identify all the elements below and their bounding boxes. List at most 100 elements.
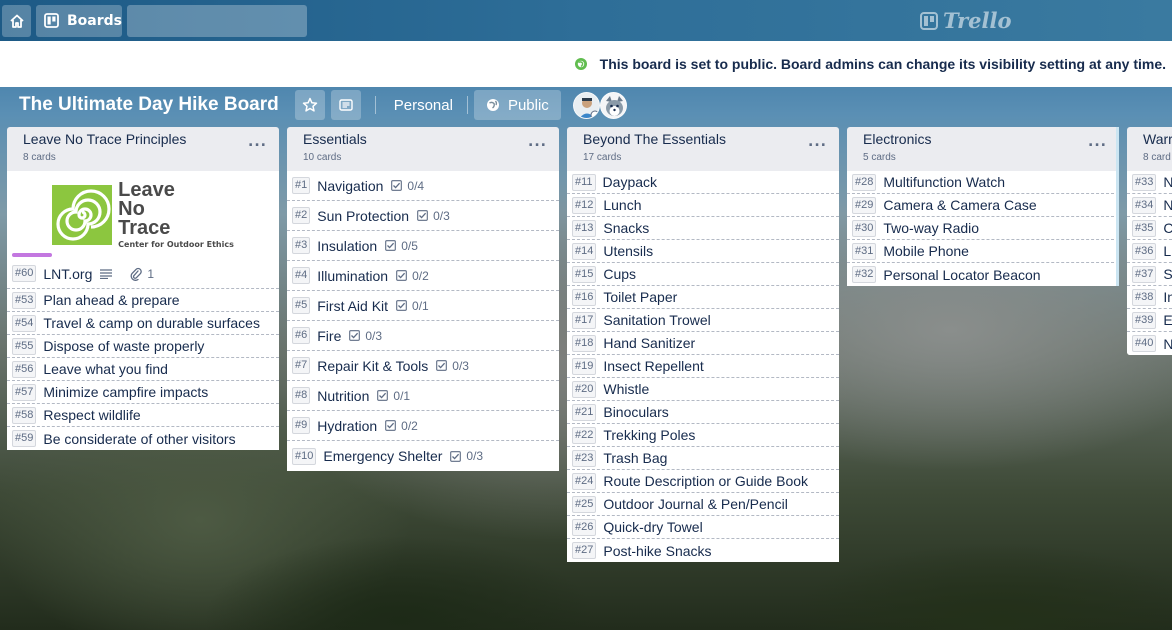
list-menu-button[interactable]: ... [1088, 134, 1107, 150]
team-button[interactable]: Personal [384, 90, 463, 120]
list-item[interactable]: #19 Insect Repellent [567, 355, 839, 378]
list-item[interactable]: #29 Camera & Camera Case [847, 194, 1119, 217]
list-item[interactable]: #60 LNT.org 1 [7, 259, 279, 289]
list-item[interactable]: #35 C [1127, 217, 1172, 240]
list-item[interactable]: #13 Snacks [567, 217, 839, 240]
list-item[interactable]: #16 Toilet Paper [567, 286, 839, 309]
list-menu-button[interactable]: ... [808, 134, 827, 150]
card-title: E [1163, 312, 1172, 328]
checklist-badge: 0/4 [391, 179, 424, 193]
list-header[interactable]: Essentials 10 cards ... [287, 127, 559, 171]
list-title[interactable]: Essentials [303, 131, 559, 147]
list-item[interactable]: #22 Trekking Poles [567, 424, 839, 447]
search-input[interactable] [123, 4, 301, 37]
trello-logo[interactable]: Trello [920, 8, 1012, 33]
list-item[interactable]: #38 In [1127, 286, 1172, 309]
list-beyond-the-essentials: Beyond The Essentials 17 cards ... #11 Da… [567, 127, 839, 562]
list-item[interactable]: #18 Hand Sanitizer [567, 332, 839, 355]
checklist-badge: 0/3 [349, 329, 382, 343]
checklist-icon [377, 390, 389, 401]
list-item[interactable]: #31 Mobile Phone [847, 240, 1119, 263]
home-button[interactable] [2, 4, 31, 37]
card-number: #57 [12, 383, 37, 401]
list-item[interactable]: #25 Outdoor Journal & Pen/Pencil [567, 493, 839, 516]
card-number: #34 [1132, 196, 1157, 214]
star-button[interactable] [294, 90, 325, 120]
list-item[interactable]: #24 Route Description or Guide Book [567, 470, 839, 493]
list-item[interactable]: #28 Multifunction Watch [847, 171, 1119, 194]
list-item[interactable]: #17 Sanitation Trowel [567, 309, 839, 332]
list-item[interactable]: #21 Binoculars [567, 401, 839, 424]
list-item[interactable]: #7 Repair Kit & Tools 0/3 [287, 351, 559, 381]
list-header[interactable]: Beyond The Essentials 17 cards ... [567, 127, 839, 171]
list-item[interactable]: #30 Two-way Radio [847, 217, 1119, 240]
checklist-icon [385, 240, 397, 251]
card-label[interactable] [12, 253, 52, 257]
list-item[interactable]: #10 Emergency Shelter 0/3 [287, 441, 559, 471]
list-item[interactable]: #9 Hydration 0/2 [287, 411, 559, 441]
boards-button[interactable]: Boards [36, 4, 122, 37]
board-title[interactable]: The Ultimate Day Hike Board [19, 94, 279, 116]
list-menu-button[interactable]: ... [248, 134, 267, 150]
list-item[interactable]: #56 Leave what you find [7, 358, 279, 381]
list-item[interactable]: #40 N [1127, 332, 1172, 355]
list-item[interactable]: #2 Sun Protection 0/3 [287, 201, 559, 231]
list-item[interactable]: #5 First Aid Kit 0/1 [287, 291, 559, 321]
list-item[interactable]: #39 E [1127, 309, 1172, 332]
top-header: Boards Trello [0, 0, 1172, 41]
list-item[interactable]: #4 Illumination 0/2 [287, 261, 559, 291]
list-item[interactable]: #32 Personal Locator Beacon [847, 263, 1119, 286]
search-box[interactable] [123, 4, 307, 37]
trello-logo-text: Trello [943, 8, 1012, 33]
avatar[interactable] [572, 91, 600, 119]
list-title[interactable]: Leave No Trace Principles [23, 131, 279, 147]
visibility-button[interactable]: Public [473, 90, 561, 120]
card-number: #3 [292, 237, 311, 254]
banner-message: This board is set to public. Board admin… [599, 56, 1166, 72]
avatar[interactable] [599, 91, 627, 119]
card-title: Multifunction Watch [883, 174, 1005, 190]
list-item[interactable]: #54 Travel & camp on durable surfaces [7, 312, 279, 335]
list-header[interactable]: Leave No Trace Principles 8 cards ... [7, 127, 279, 171]
list-item[interactable]: #34 N [1127, 194, 1172, 217]
list-item[interactable]: #15 Cups [567, 263, 839, 286]
list-header[interactable]: Warr 8 card [1127, 127, 1172, 171]
list-item[interactable]: #12 Lunch [567, 194, 839, 217]
list-item[interactable]: #33 N [1127, 171, 1172, 194]
list-item[interactable]: #36 L [1127, 240, 1172, 263]
list-electronics: Electronics 5 cards ... #28 Multifunction… [847, 127, 1119, 286]
list-item[interactable]: #55 Dispose of waste properly [7, 335, 279, 358]
list-item[interactable]: #57 Minimize campfire impacts [7, 381, 279, 404]
checklist-badge: 0/1 [396, 299, 429, 313]
list-item[interactable]: #58 Respect wildlife [7, 404, 279, 427]
checklist-badge: 0/2 [396, 269, 429, 283]
card-number: #15 [572, 265, 597, 283]
card-number: #2 [292, 207, 311, 224]
list-title[interactable]: Beyond The Essentials [583, 131, 839, 147]
list-menu-button[interactable]: ... [528, 134, 547, 150]
list-item[interactable]: #3 Insulation 0/5 [287, 231, 559, 261]
card-title: Nutrition [317, 387, 370, 404]
list-item[interactable]: #27 Post-hike Snacks [567, 539, 839, 562]
list-item[interactable]: #11 Daypack [567, 171, 839, 194]
list-header[interactable]: Electronics 5 cards ... [847, 127, 1119, 171]
list-item[interactable]: #59 Be considerate of other visitors [7, 427, 279, 450]
card-title: Camera & Camera Case [883, 197, 1037, 213]
card-title: Leave what you find [43, 361, 168, 377]
list-item[interactable]: #8 Nutrition 0/1 [287, 381, 559, 411]
list-item[interactable]: #6 Fire 0/3 [287, 321, 559, 351]
list-item[interactable]: #26 Quick-dry Towel [567, 516, 839, 539]
list-item[interactable]: #53 Plan ahead & prepare [7, 289, 279, 312]
list-item[interactable]: #14 Utensils [567, 240, 839, 263]
list-item[interactable]: #1 Navigation 0/4 [287, 171, 559, 201]
card-number: #6 [292, 327, 311, 344]
list-item[interactable]: #37 S [1127, 263, 1172, 286]
card-cover-image[interactable]: Leave No Trace Center for Outdoor Ethics [7, 171, 279, 259]
list-title[interactable]: Warr [1143, 131, 1172, 147]
card-number: #55 [12, 337, 37, 355]
card-title: Hand Sanitizer [603, 335, 696, 351]
board-menu-button[interactable] [330, 90, 361, 120]
list-item[interactable]: #23 Trash Bag [567, 447, 839, 470]
list-item[interactable]: #20 Whistle [567, 378, 839, 401]
list-title[interactable]: Electronics [863, 131, 1119, 147]
